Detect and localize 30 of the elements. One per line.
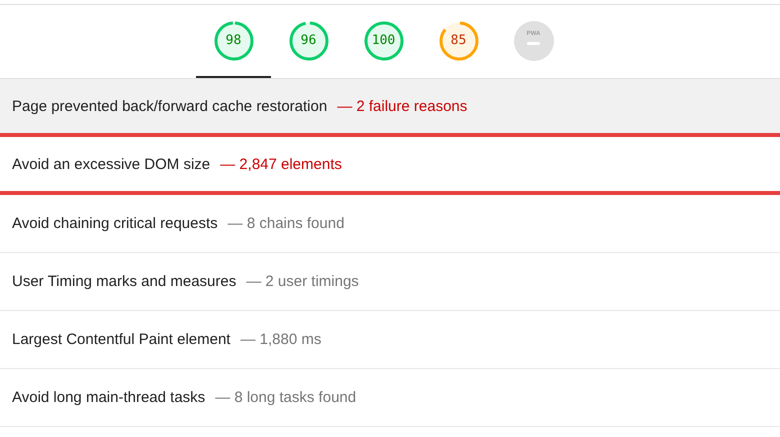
- audit-detail: — 8 chains found: [228, 215, 344, 232]
- audit-detail: — 2 user timings: [246, 273, 359, 290]
- audit-row[interactable]: Largest Contentful Paint element — 1,880 ms: [0, 311, 780, 369]
- score-tab[interactable]: 100: [346, 5, 421, 78]
- score-gauge: [214, 20, 254, 60]
- score-gauge: [364, 20, 404, 60]
- score-tab[interactable]: 98: [196, 5, 271, 78]
- score-value: 98: [226, 32, 242, 48]
- audit-row[interactable]: Page prevented back/forward cache restoration — 2 failure reasons: [0, 79, 780, 137]
- score-value: 85: [450, 32, 466, 48]
- score-value: 96: [300, 32, 316, 48]
- audit-detail: — 2 failure reasons: [337, 98, 468, 114]
- audit-detail: — 1,880 ms: [240, 331, 322, 348]
- audit-row[interactable]: Avoid long main-thread tasks — 8 long tasks found: [0, 369, 780, 427]
- score-value: 100: [372, 32, 396, 48]
- audit-row[interactable]: User Timing marks and measures — 2 user timings: [0, 253, 780, 311]
- score-tab[interactable]: 85: [421, 5, 496, 78]
- audit-title: Largest Contentful Paint element: [12, 331, 230, 348]
- score-tab[interactable]: 96: [271, 5, 346, 78]
- audit-title: User Timing marks and measures: [12, 273, 236, 290]
- audit-detail: — 8 long tasks found: [215, 389, 356, 406]
- audit-title: Avoid long main-thread tasks: [12, 389, 206, 406]
- audit-row[interactable]: Avoid an excessive DOM size — 2,847 elements: [0, 137, 780, 195]
- audit-detail: — 2,847 elements: [220, 156, 342, 172]
- audit-row[interactable]: Avoid chaining critical requests — 8 chains found: [0, 195, 780, 253]
- score-gauge: [438, 20, 478, 60]
- audit-title: Avoid chaining critical requests: [12, 215, 218, 232]
- audit-title: Avoid an excessive DOM size: [12, 156, 210, 172]
- audit-title: Page prevented back/forward cache restoration: [12, 98, 328, 114]
- score-gauge: [288, 20, 328, 60]
